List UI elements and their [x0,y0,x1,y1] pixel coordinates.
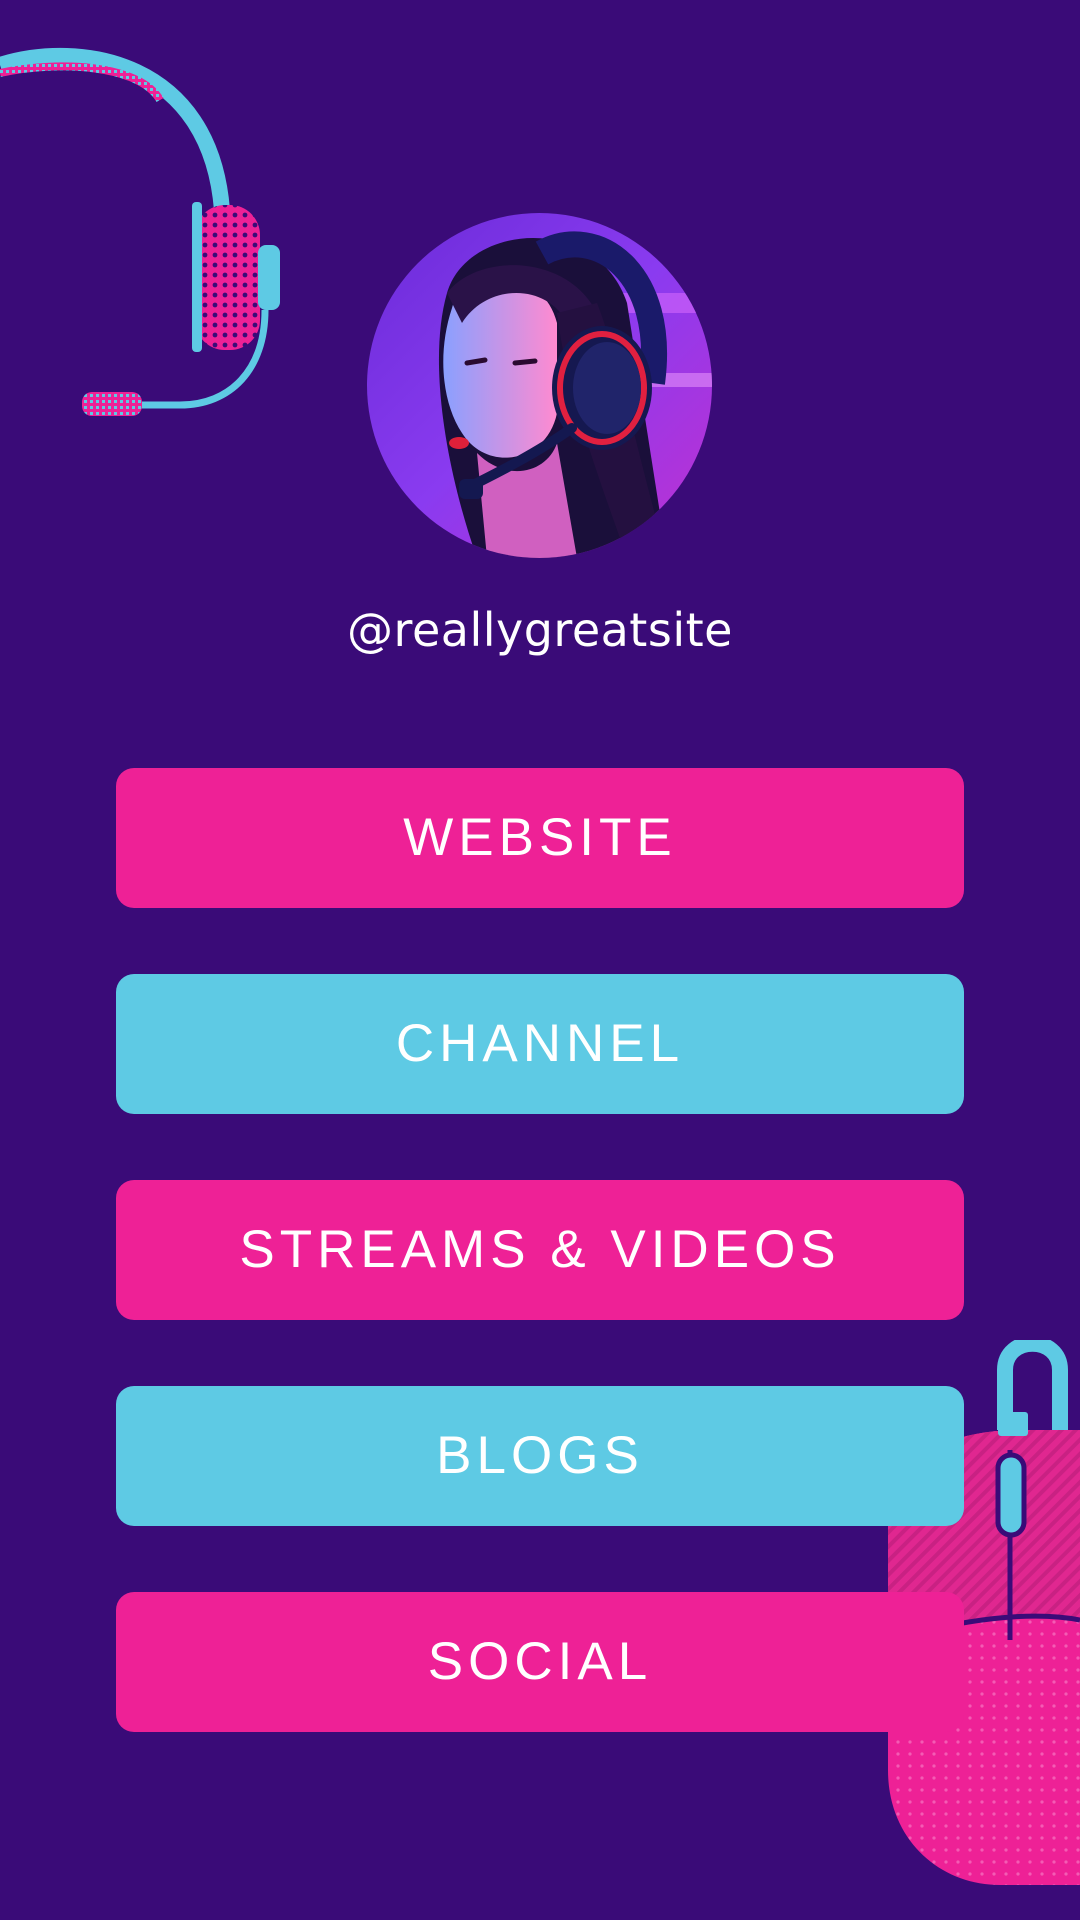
gamer-avatar-photo [367,213,712,558]
link-list: WEBSITE CHANNEL STREAMS & VIDEOS BLOGS S… [116,768,964,1798]
channel-button[interactable]: CHANNEL [116,974,964,1114]
profile-handle: @reallygreatsite [347,603,733,657]
link-in-bio-page: @reallygreatsite WEBSITE CHANNEL STREAMS… [0,0,1080,1920]
avatar [367,213,712,558]
blogs-button[interactable]: BLOGS [116,1386,964,1526]
social-button[interactable]: SOCIAL [116,1592,964,1732]
streams-videos-button[interactable]: STREAMS & VIDEOS [116,1180,964,1320]
headset-icon [0,48,280,416]
website-button[interactable]: WEBSITE [116,768,964,908]
